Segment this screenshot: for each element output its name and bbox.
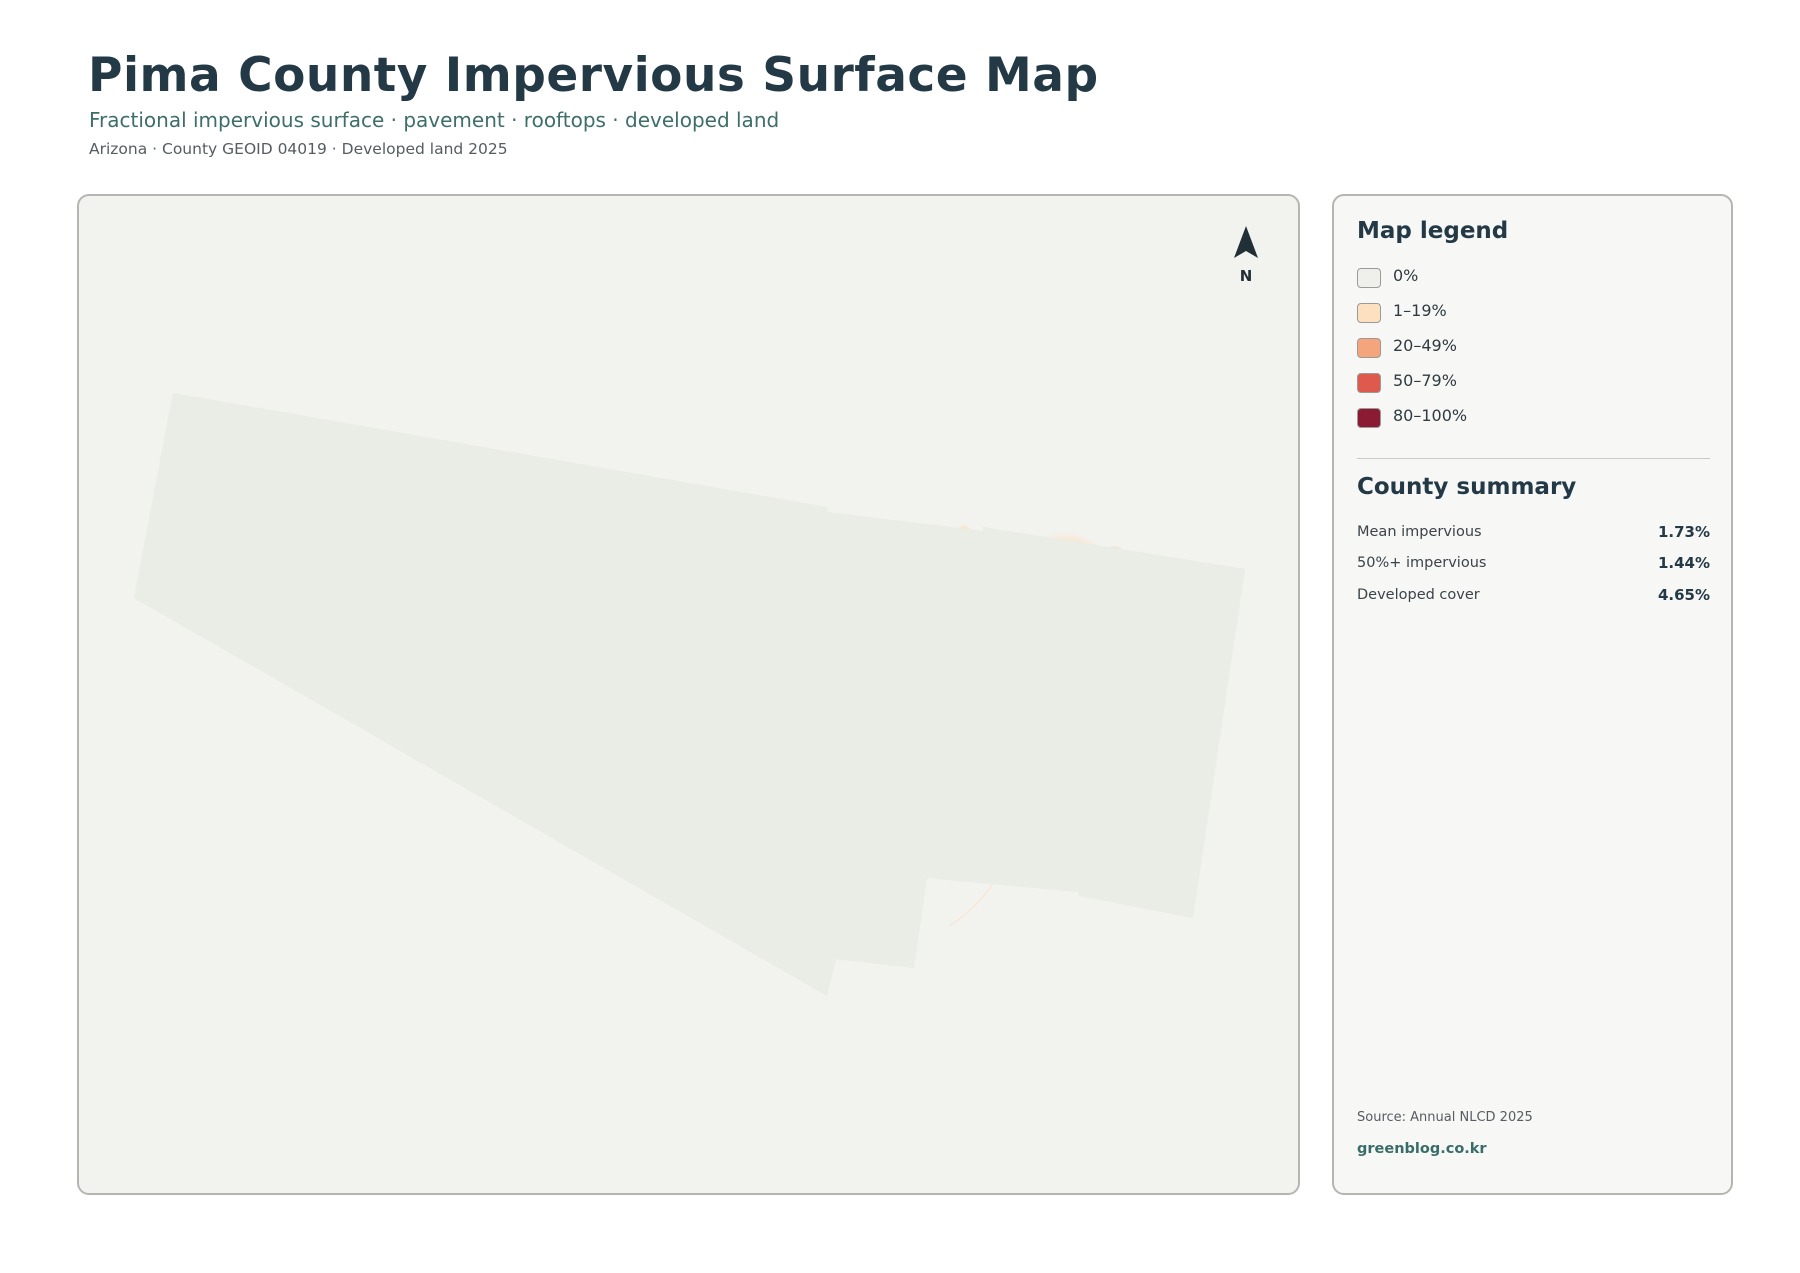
legend-swatch	[1357, 338, 1381, 358]
summary-value: 4.65%	[1657, 585, 1710, 604]
source-note: Source: Annual NLCD 2025	[1357, 1110, 1533, 1125]
summary-label: 50%+ impervious	[1357, 555, 1487, 572]
summary-label: Developed cover	[1357, 586, 1480, 603]
map-canvas[interactable]: N	[79, 196, 1300, 1195]
legend-swatch	[1357, 268, 1381, 288]
county-outline	[134, 393, 1245, 996]
summary-title: County summary	[1357, 474, 1577, 500]
summary-value: 1.73%	[1657, 522, 1710, 541]
summary-row-50plus: 50%+ impervious 1.44%	[1357, 548, 1710, 580]
summary-row-mean: Mean impervious 1.73%	[1357, 516, 1710, 548]
summary-label: Mean impervious	[1357, 523, 1482, 540]
legend-label: 50–79%	[1393, 371, 1457, 390]
page-title: Pima County Impervious Surface Map	[88, 48, 1099, 103]
legend-title: Map legend	[1357, 218, 1509, 244]
summary-stats: Mean impervious 1.73% 50%+ impervious 1.…	[1357, 516, 1710, 611]
legend-item: 80–100%	[1357, 405, 1467, 440]
north-arrow-icon	[1234, 226, 1258, 258]
legend-item: 20–49%	[1357, 335, 1467, 370]
legend-label: 20–49%	[1393, 336, 1457, 355]
page-meta: Arizona · County GEOID 04019 · Developed…	[89, 140, 508, 158]
legend-swatch	[1357, 303, 1381, 323]
legend-panel: Map legend 0% 1–19% 20–49% 50–79% 80–100…	[1332, 194, 1733, 1195]
legend-list: 0% 1–19% 20–49% 50–79% 80–100%	[1357, 265, 1467, 440]
map-panel[interactable]: N	[77, 194, 1300, 1195]
legend-swatch	[1357, 373, 1381, 393]
north-label: N	[1240, 267, 1253, 285]
credit-link[interactable]: greenblog.co.kr	[1357, 1141, 1487, 1157]
legend-item: 50–79%	[1357, 370, 1467, 405]
legend-label: 80–100%	[1393, 406, 1468, 425]
summary-row-developed: Developed cover 4.65%	[1357, 579, 1710, 611]
page-subtitle: Fractional impervious surface · pavement…	[89, 108, 780, 132]
legend-label: 1–19%	[1393, 301, 1447, 320]
legend-item: 1–19%	[1357, 300, 1467, 335]
legend-swatch	[1357, 408, 1381, 428]
summary-value: 1.44%	[1657, 554, 1710, 573]
legend-item: 0%	[1357, 265, 1467, 300]
legend-divider	[1357, 458, 1710, 459]
legend-label: 0%	[1393, 266, 1419, 285]
